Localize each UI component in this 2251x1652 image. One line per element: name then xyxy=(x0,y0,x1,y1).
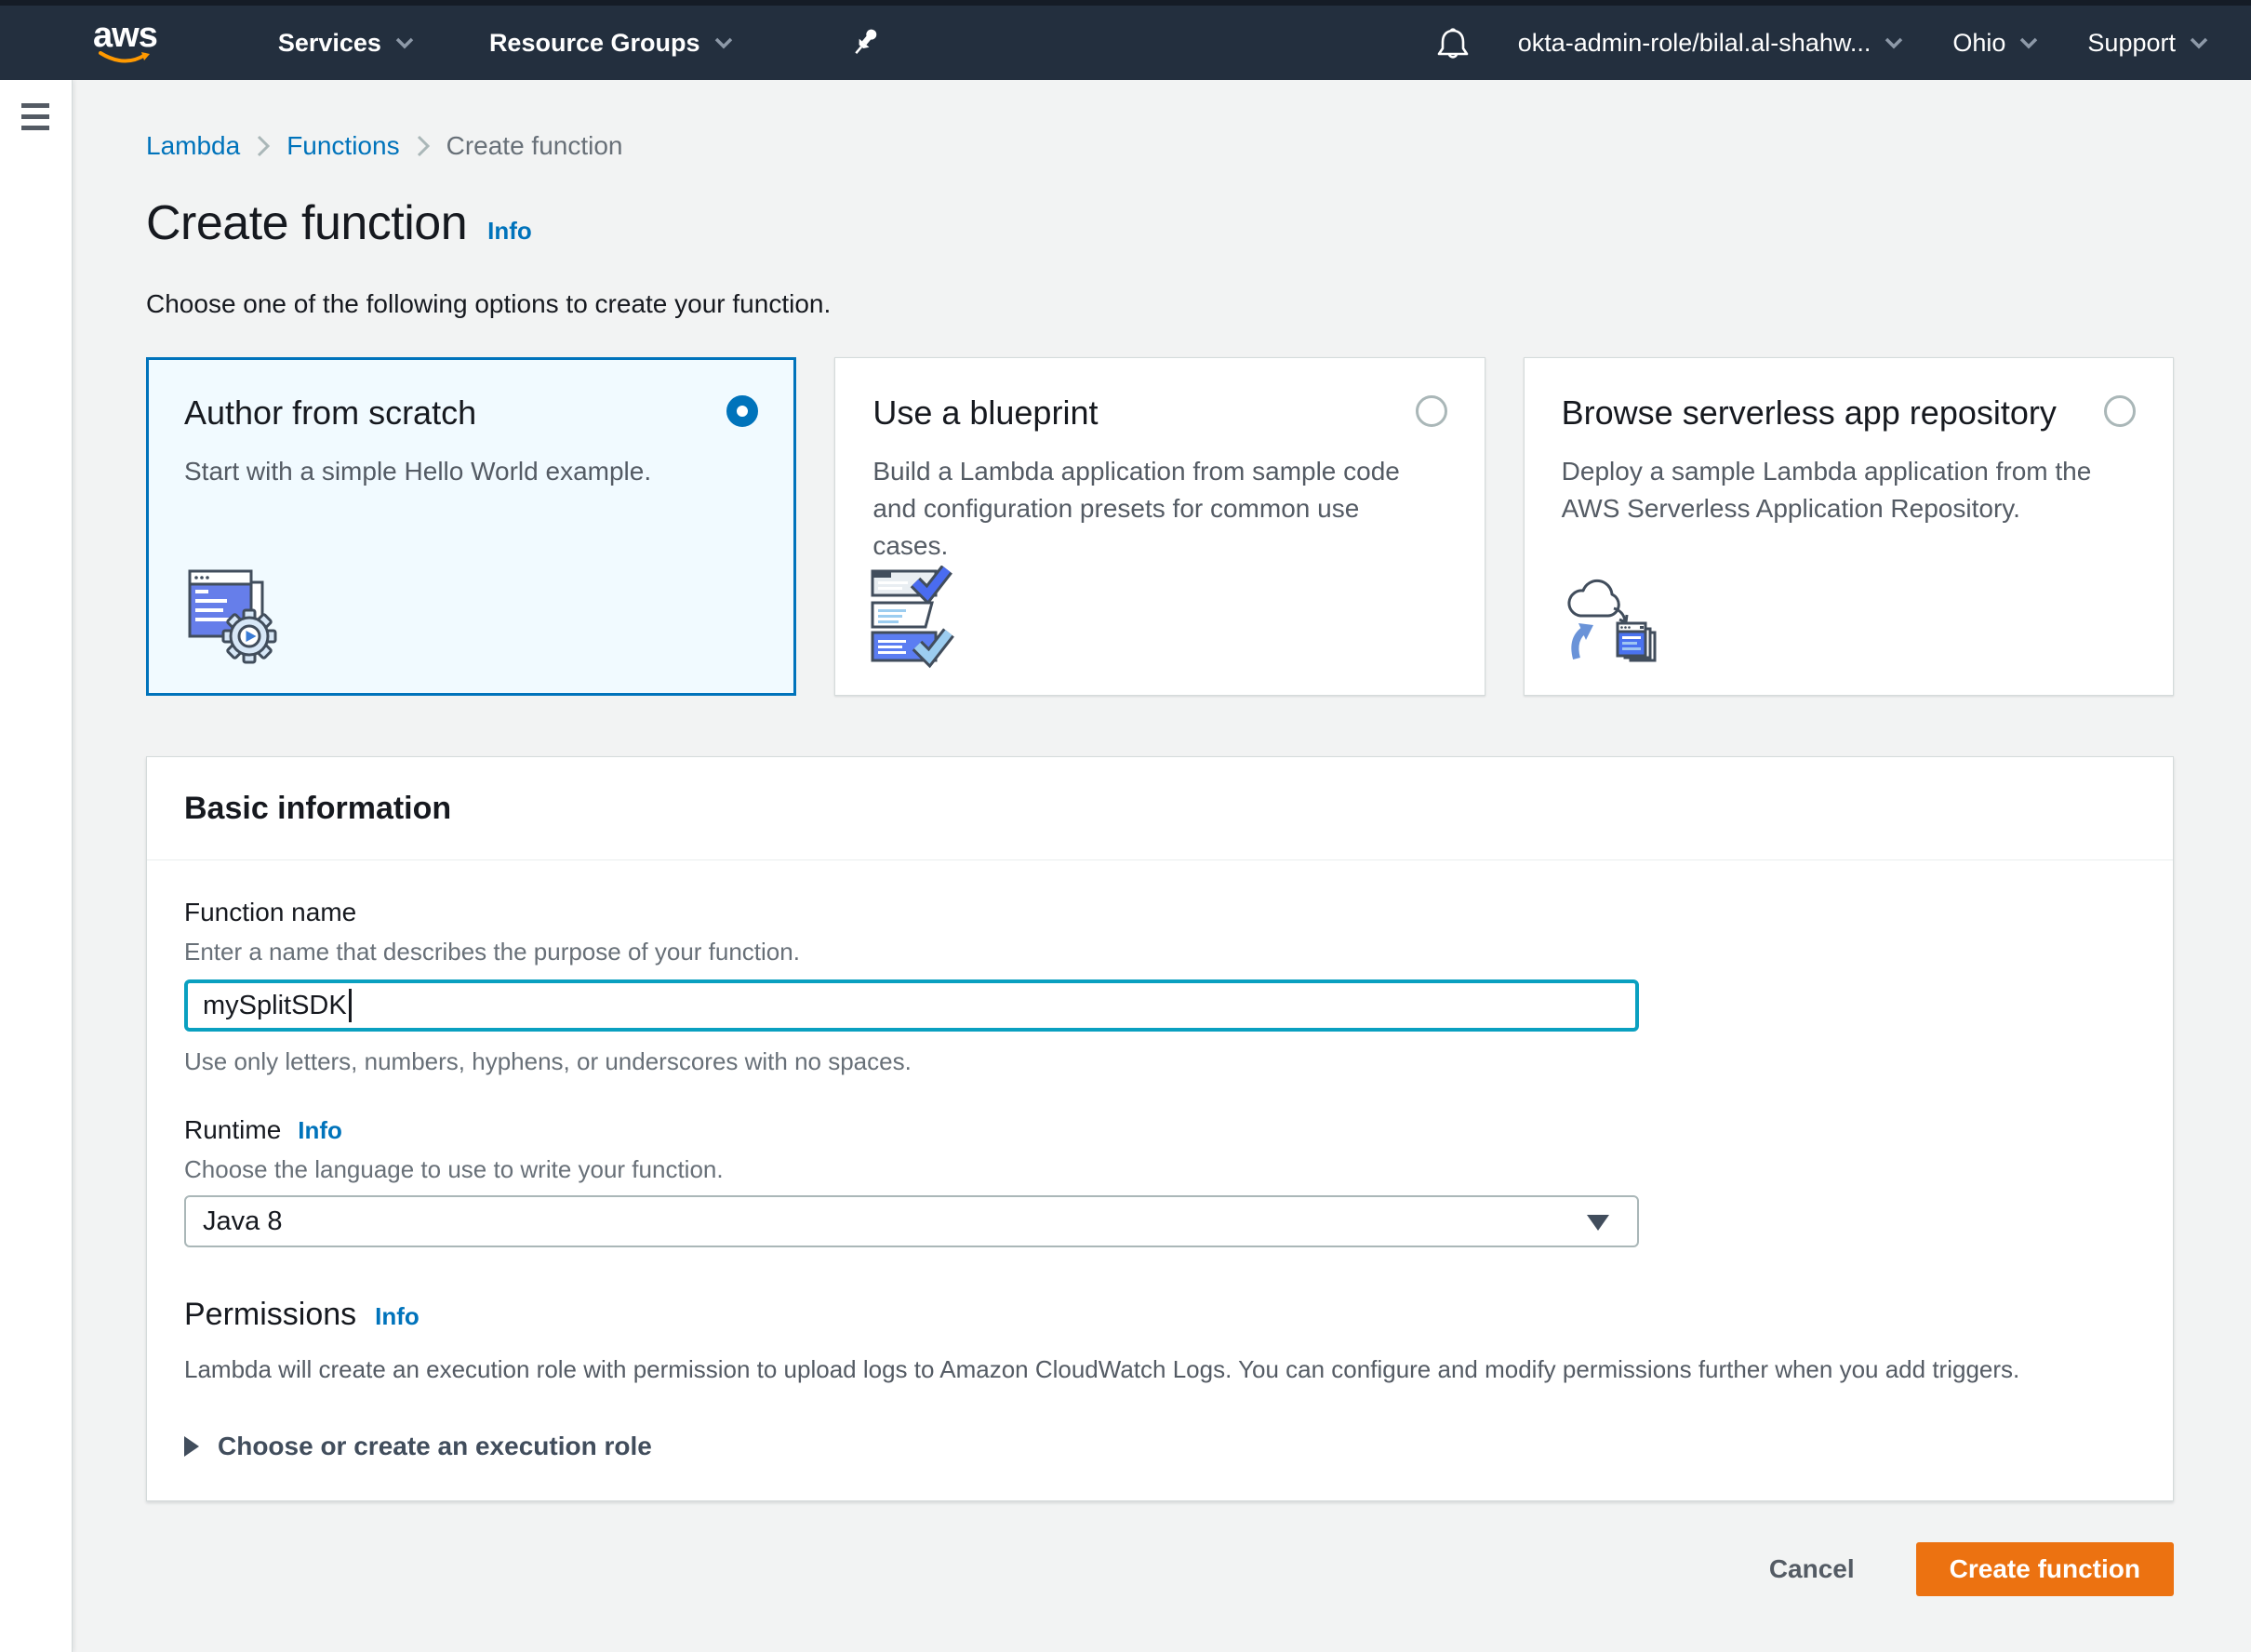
pin-icon[interactable] xyxy=(851,26,881,60)
collapsed-sidebar xyxy=(0,80,73,1652)
page-subtitle: Choose one of the following options to c… xyxy=(146,288,2174,320)
card-browse-serverless-repo[interactable]: Browse serverless app repository Deploy … xyxy=(1524,357,2174,696)
expander-triangle-icon xyxy=(184,1436,199,1457)
title-info-link[interactable]: Info xyxy=(487,217,532,246)
function-name-field: Function name Enter a name that describe… xyxy=(184,896,2136,1076)
aws-logo-text: aws xyxy=(93,20,157,51)
cancel-button[interactable]: Cancel xyxy=(1769,1554,1855,1584)
notifications-bell-icon[interactable] xyxy=(1436,25,1470,60)
function-name-helper: Enter a name that describes the purpose … xyxy=(184,937,2136,966)
breadcrumb-current: Create function xyxy=(446,130,623,162)
permissions-description: Lambda will create an execution role wit… xyxy=(184,1353,2136,1385)
aws-lambda-create-function-page: { "nav": { "logo": "aws", "services": "S… xyxy=(0,0,2251,1652)
breadcrumb-functions[interactable]: Functions xyxy=(286,130,399,162)
nav-resource-groups-menu[interactable]: Resource Groups xyxy=(489,29,734,58)
function-name-label: Function name xyxy=(184,896,2136,929)
form-actions: Cancel Create function xyxy=(146,1542,2174,1596)
chevron-down-icon xyxy=(1884,36,1904,49)
card-title: Use a blueprint xyxy=(872,392,1098,434)
breadcrumb: Lambda Functions Create function xyxy=(146,130,2174,162)
card-description: Build a Lambda application from sample c… xyxy=(872,453,1431,565)
function-name-constraint: Use only letters, numbers, hyphens, or u… xyxy=(184,1046,2136,1076)
nav-region-menu[interactable]: Ohio xyxy=(1952,29,2039,58)
hamburger-menu-icon[interactable] xyxy=(21,103,49,130)
expander-label: Choose or create an execution role xyxy=(218,1430,652,1463)
serverless-repo-icon xyxy=(1560,566,1664,674)
radio-unselected[interactable] xyxy=(2104,395,2136,427)
chevron-down-icon xyxy=(2189,36,2209,49)
card-title: Browse serverless app repository xyxy=(1562,392,2057,434)
main-content: Lambda Functions Create function Create … xyxy=(73,80,2251,1596)
nav-services-menu[interactable]: Services xyxy=(278,29,415,58)
card-author-from-scratch[interactable]: Author from scratch Start with a simple … xyxy=(146,357,796,696)
creation-option-cards: Author from scratch Start with a simple … xyxy=(146,357,2174,696)
chevron-down-icon xyxy=(2018,36,2039,49)
runtime-field: Runtime Info Choose the language to use … xyxy=(184,1113,2136,1247)
top-navigation-bar: aws Services Resource Groups xyxy=(0,0,2251,80)
breadcrumb-chevron-icon xyxy=(415,133,432,159)
aws-logo[interactable]: aws xyxy=(93,20,157,66)
breadcrumb-lambda[interactable]: Lambda xyxy=(146,130,240,162)
radio-selected[interactable] xyxy=(726,395,758,427)
runtime-info-link[interactable]: Info xyxy=(298,1116,342,1145)
function-name-value: mySplitSDK xyxy=(203,991,347,1021)
chevron-down-icon xyxy=(713,36,734,49)
breadcrumb-chevron-icon xyxy=(255,133,272,159)
basic-information-panel: Basic information Function name Enter a … xyxy=(146,756,2174,1501)
radio-unselected[interactable] xyxy=(1416,395,1447,427)
blueprint-icon xyxy=(871,566,975,674)
page-title: Create function xyxy=(146,193,467,253)
permissions-section: Permissions Info Lambda will create an e… xyxy=(184,1294,2136,1463)
card-description: Start with a simple Hello World example. xyxy=(184,453,742,490)
card-title: Author from scratch xyxy=(184,392,476,434)
card-use-blueprint[interactable]: Use a blueprint Build a Lambda applicati… xyxy=(834,357,1485,696)
runtime-label: Runtime xyxy=(184,1113,281,1147)
select-caret-icon xyxy=(1587,1215,1609,1231)
aws-smile-icon xyxy=(98,51,152,66)
panel-title: Basic information xyxy=(184,789,2136,828)
runtime-selected-value: Java 8 xyxy=(203,1206,282,1237)
function-name-input[interactable]: mySplitSDK xyxy=(184,979,1639,1032)
runtime-select[interactable]: Java 8 xyxy=(184,1195,1639,1247)
text-cursor xyxy=(349,989,352,1022)
runtime-helper: Choose the language to use to write your… xyxy=(184,1154,2136,1184)
nav-account-menu[interactable]: okta-admin-role/bilal.al-shahw... xyxy=(1518,29,1905,58)
card-description: Deploy a sample Lambda application from … xyxy=(1562,453,2120,527)
permissions-title: Permissions xyxy=(184,1294,356,1335)
chevron-down-icon xyxy=(394,36,415,49)
create-function-button[interactable]: Create function xyxy=(1916,1542,2174,1596)
execution-role-expander[interactable]: Choose or create an execution role xyxy=(184,1430,2136,1463)
author-from-scratch-icon xyxy=(184,564,288,673)
nav-support-menu[interactable]: Support xyxy=(2087,29,2209,58)
permissions-info-link[interactable]: Info xyxy=(375,1302,420,1331)
